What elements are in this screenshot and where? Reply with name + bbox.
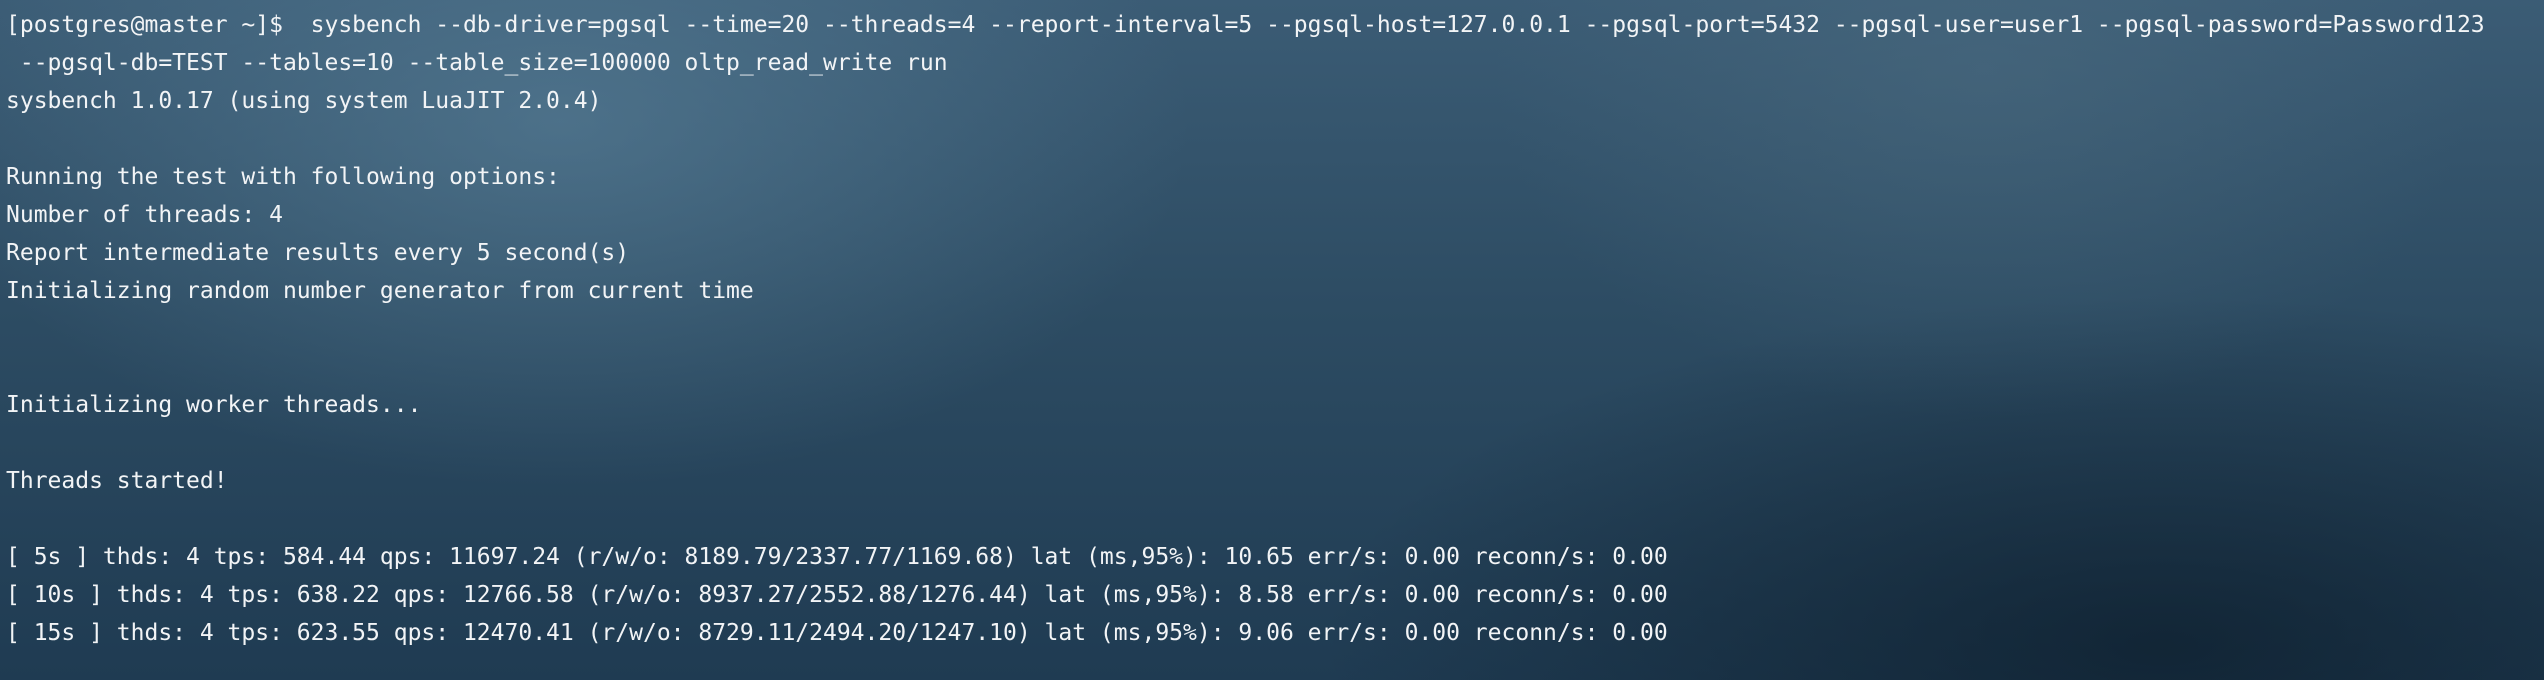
command-text: sysbench --db-driver=pgsql --time=20 --t…	[296, 12, 2485, 38]
threads-started-line: Threads started!	[6, 468, 228, 494]
options-header-line: Running the test with following options:	[6, 164, 560, 190]
version-line: sysbench 1.0.17 (using system LuaJIT 2.0…	[6, 88, 602, 114]
worker-init-line: Initializing worker threads...	[6, 392, 422, 418]
command-line-2: --pgsql-db=TEST --tables=10 --table_size…	[6, 50, 948, 76]
command-line-1: [postgres@master ~]$ sysbench --db-drive…	[6, 6, 2538, 44]
shell-prompt: [postgres@master ~]$	[6, 12, 297, 38]
result-line: [ 5s ] thds: 4 tps: 584.44 qps: 11697.24…	[6, 544, 1668, 570]
report-interval-line: Report intermediate results every 5 seco…	[6, 240, 630, 266]
threads-line: Number of threads: 4	[6, 202, 283, 228]
terminal-window[interactable]: [postgres@master ~]$ sysbench --db-drive…	[0, 0, 2544, 680]
result-line: [ 10s ] thds: 4 tps: 638.22 qps: 12766.5…	[6, 582, 1668, 608]
rng-init-line: Initializing random number generator fro…	[6, 278, 754, 304]
result-line: [ 15s ] thds: 4 tps: 623.55 qps: 12470.4…	[6, 620, 1668, 646]
